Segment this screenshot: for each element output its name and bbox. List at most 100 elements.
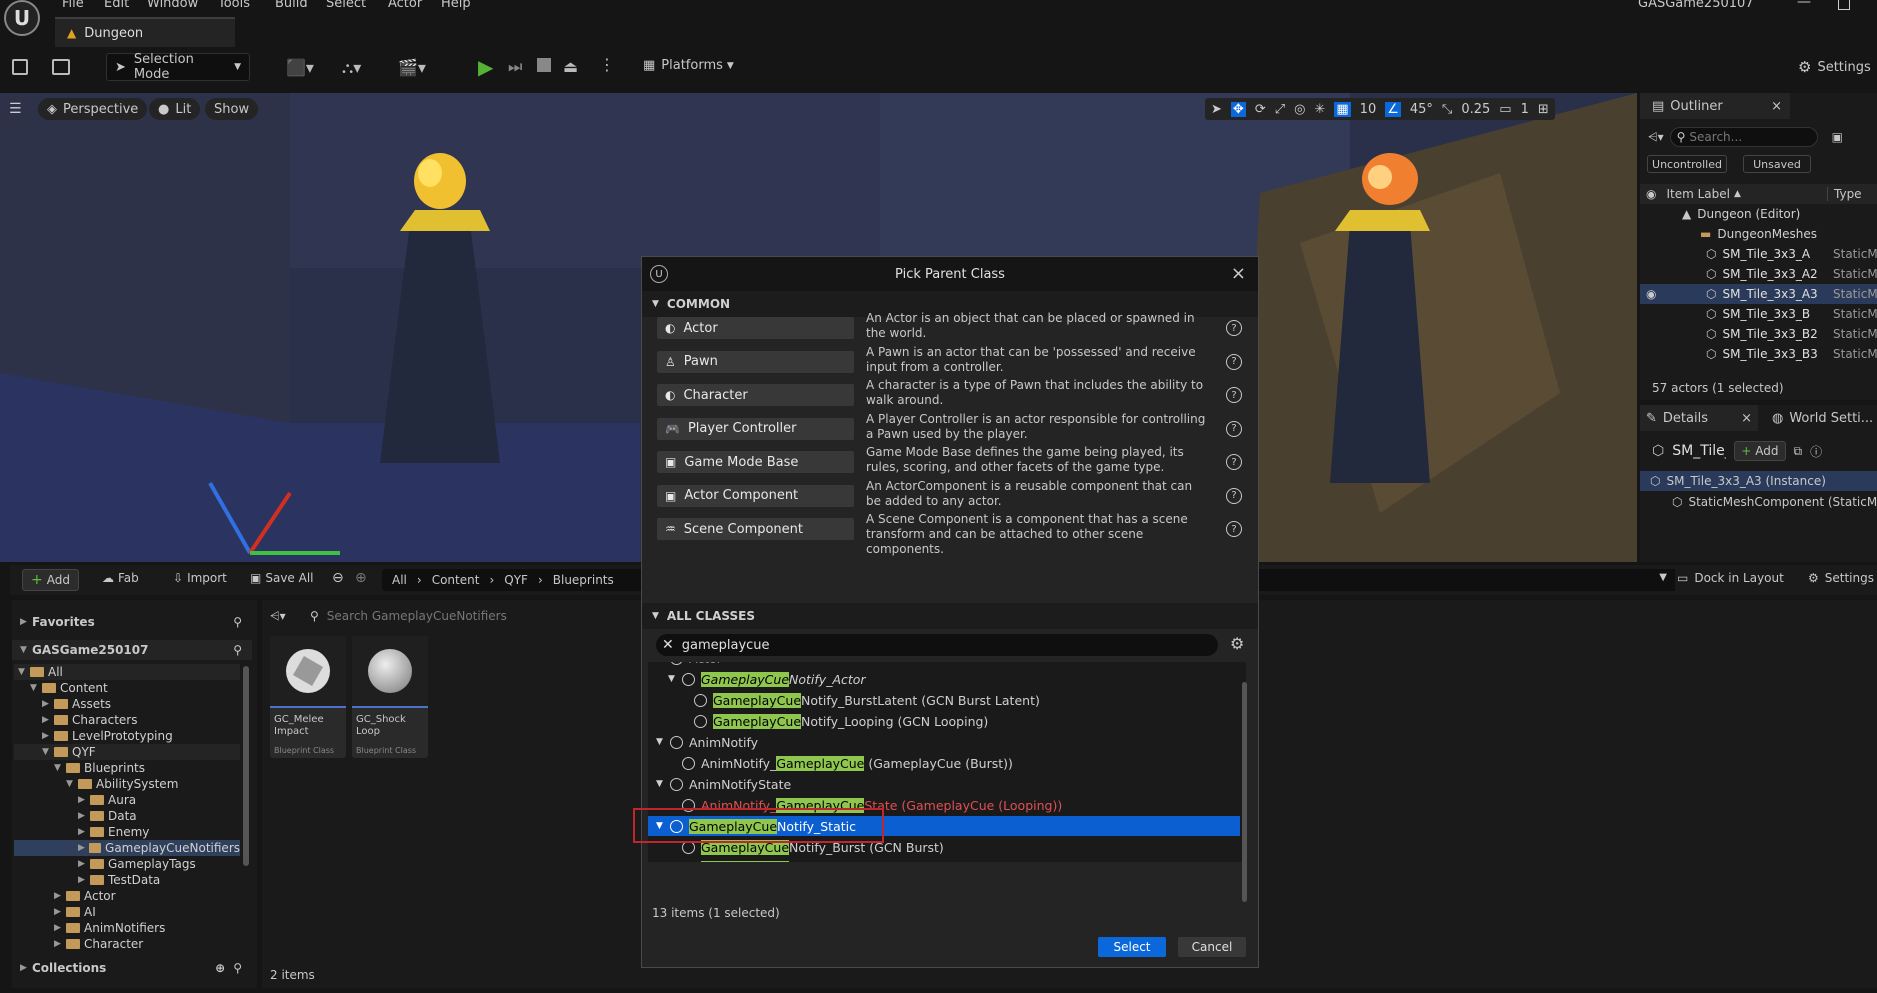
folder-tree-item[interactable]: ▶ AI <box>14 904 240 920</box>
chevron-down-icon[interactable]: ▼ <box>1659 572 1667 583</box>
collapse-arrow-icon[interactable]: ▼ <box>656 779 670 789</box>
class-tree-row[interactable]: ▼ AnimNotifyState <box>648 774 1240 794</box>
blueprint-icon[interactable]: ⧉ <box>1794 444 1803 459</box>
minimize-icon[interactable]: — <box>1797 0 1811 10</box>
expand-arrow-icon[interactable]: ▶ <box>54 891 66 901</box>
project-section[interactable]: ▼ GASGame250107 ⚲ <box>12 640 252 660</box>
asset-tile[interactable]: GC_Melee Impact Blueprint Class <box>270 636 346 758</box>
outliner-row[interactable]: ⬡ SM_Tile_3x3_B StaticM <box>1640 304 1877 324</box>
folder-tree-item[interactable]: ▶ Assets <box>14 696 240 712</box>
folder-tree-item[interactable]: ▼ All <box>14 664 240 680</box>
expand-arrow-icon[interactable]: ▶ <box>42 715 54 725</box>
content-settings-button[interactable]: ⚙ Settings <box>1808 571 1874 585</box>
collapse-arrow-icon[interactable]: ▼ <box>656 737 670 747</box>
import-button[interactable]: ⇩ Import <box>173 571 227 585</box>
folder-tree-item[interactable]: ▶ Data <box>14 808 240 824</box>
favorites-section[interactable]: ▶ Favorites ⚲ <box>12 612 252 632</box>
world-space-icon[interactable]: ◎ <box>1294 102 1305 117</box>
folder-tree-item[interactable]: ▼ AbilitySystem <box>14 776 240 792</box>
outliner-row[interactable]: ⬡ SM_Tile_3x3_A StaticM <box>1640 244 1877 264</box>
add-actor-icon[interactable]: ⬛▾ <box>286 58 314 77</box>
expand-arrow-icon[interactable]: ▶ <box>78 811 90 821</box>
select-tool-icon[interactable]: ➤ <box>1211 102 1222 117</box>
hamburger-menu-icon[interactable]: ☰ <box>9 101 22 117</box>
menu-actor[interactable]: Actor <box>388 0 422 11</box>
expand-arrow-icon[interactable]: ▶ <box>78 827 90 837</box>
folder-tree-item[interactable]: ▶ GameplayCueNotifiers <box>14 840 240 856</box>
play-icon[interactable]: ▶ <box>478 55 493 79</box>
help-icon[interactable]: ? <box>1226 320 1242 336</box>
expand-arrow-icon[interactable]: ▶ <box>54 923 66 933</box>
help-icon[interactable]: ? <box>1226 420 1242 437</box>
eye-icon[interactable]: ◉ <box>1646 287 1656 301</box>
world-settings-tab[interactable]: ◍ World Setti... <box>1772 405 1877 431</box>
lit-button[interactable]: ● Lit <box>149 98 201 120</box>
eye-icon[interactable]: ◉ <box>1646 187 1656 201</box>
folder-tree-item[interactable]: ▼ Content <box>14 680 240 696</box>
outliner-row[interactable]: ⬡ SM_Tile_3x3_A2 StaticM <box>1640 264 1877 284</box>
class-tree-row[interactable]: ▼ AnimNotify <box>648 732 1240 752</box>
rotation-snap-icon[interactable]: ∠ <box>1385 101 1401 117</box>
platforms-dropdown[interactable]: ▦ Platforms ▼ <box>643 58 734 73</box>
add-collection-icon[interactable]: ⊕ <box>215 961 225 975</box>
add-folder-icon[interactable]: ▣ <box>1832 130 1843 144</box>
back-arrow-icon[interactable]: ⊖ <box>332 570 344 586</box>
scale-snap-icon[interactable]: ⤡ <box>1442 102 1452 117</box>
tree-scrollbar[interactable] <box>243 666 249 866</box>
common-class-button[interactable]: ◐ Character <box>657 384 854 406</box>
common-class-button[interactable]: ♒ Scene Component <box>657 518 854 540</box>
class-tree-row[interactable]: GameplayCueNotify_BurstLatent (GCN Burst… <box>648 690 1240 710</box>
add-component-button[interactable]: + Add <box>1734 441 1786 461</box>
outliner-tab[interactable]: ▤ Outliner × <box>1640 93 1790 119</box>
fab-button[interactable]: ☁ Fab <box>102 571 139 585</box>
selection-mode-dropdown[interactable]: ➤ Selection Mode ▼ <box>106 52 250 82</box>
maximize-icon[interactable] <box>1838 0 1850 10</box>
folder-tree-item[interactable]: ▼ Blueprints <box>14 760 240 776</box>
common-class-button[interactable]: 🎮 Player Controller <box>657 417 854 440</box>
close-icon[interactable]: × <box>1741 411 1752 426</box>
uncontrolled-filter[interactable]: Uncontrolled <box>1647 155 1727 173</box>
cinematics-icon[interactable]: 🎬▾ <box>398 58 426 77</box>
class-tree-scrollbar[interactable] <box>1242 682 1247 902</box>
breadcrumb-blueprints[interactable]: Blueprints <box>553 573 614 587</box>
menu-window[interactable]: Window <box>147 0 198 11</box>
source-control-icon[interactable] <box>52 59 70 75</box>
collapse-arrow-icon[interactable]: ▼ <box>66 779 78 789</box>
menu-build[interactable]: Build <box>275 0 308 11</box>
breadcrumb-content[interactable]: Content <box>432 573 480 587</box>
asset-tile[interactable]: GC_Shock Loop Blueprint Class <box>352 636 428 758</box>
all-classes-section-header[interactable]: ▼ ALL CLASSES <box>642 603 1258 629</box>
collapse-arrow-icon[interactable]: ▼ <box>30 683 42 693</box>
expand-arrow-icon[interactable]: ▶ <box>78 795 90 805</box>
folder-tree-item[interactable]: ▶ AnimNotifiers <box>14 920 240 936</box>
grid-size-value[interactable]: 10 <box>1360 102 1377 117</box>
filter-icon[interactable]: ⩤▾ <box>270 609 286 624</box>
common-class-button[interactable]: ▣ Game Mode Base <box>657 451 854 473</box>
perspective-button[interactable]: ◈ Perspective <box>38 98 148 120</box>
cancel-button[interactable]: Cancel <box>1178 937 1246 957</box>
forward-arrow-icon[interactable]: ⊕ <box>355 570 367 586</box>
search-icon[interactable]: ⚲ <box>233 961 242 975</box>
expand-arrow-icon[interactable]: ▶ <box>78 875 90 885</box>
select-button[interactable]: Select <box>1098 937 1166 957</box>
dock-in-layout-button[interactable]: ▭ Dock in Layout <box>1677 571 1784 585</box>
folder-tree-item[interactable]: ▶ GameplayTags <box>14 856 240 872</box>
collapse-arrow-icon[interactable]: ▼ <box>42 747 54 757</box>
unsaved-filter[interactable]: Unsaved <box>1743 155 1811 173</box>
folder-tree-item[interactable]: ▶ Actor <box>14 888 240 904</box>
show-button[interactable]: Show <box>205 98 259 120</box>
component-row[interactable]: ⬡ StaticMeshComponent (StaticM <box>1640 492 1877 512</box>
common-class-button[interactable]: ▣ Actor Component <box>657 484 854 507</box>
gear-icon[interactable]: ⚙ <box>1230 634 1244 653</box>
grid-snap-icon[interactable]: ▦ <box>1334 101 1351 117</box>
class-search-input[interactable]: ✕ gameplaycue <box>656 634 1218 656</box>
expand-arrow-icon[interactable]: ▶ <box>78 843 89 853</box>
folder-tree-item[interactable]: ▶ Characters <box>14 712 240 728</box>
class-tree-row[interactable]: GameplayCueNotify_Looping (GCN Looping) <box>648 711 1240 731</box>
collapse-arrow-icon[interactable]: ▼ <box>668 674 682 684</box>
layout-icon[interactable]: ⊞ <box>1538 102 1549 117</box>
menu-file[interactable]: File <box>62 0 84 11</box>
collapse-arrow-icon[interactable]: ▼ <box>54 763 66 773</box>
level-tab[interactable]: ▲ Dungeon <box>55 17 235 47</box>
expand-arrow-icon[interactable]: ▶ <box>42 731 54 741</box>
